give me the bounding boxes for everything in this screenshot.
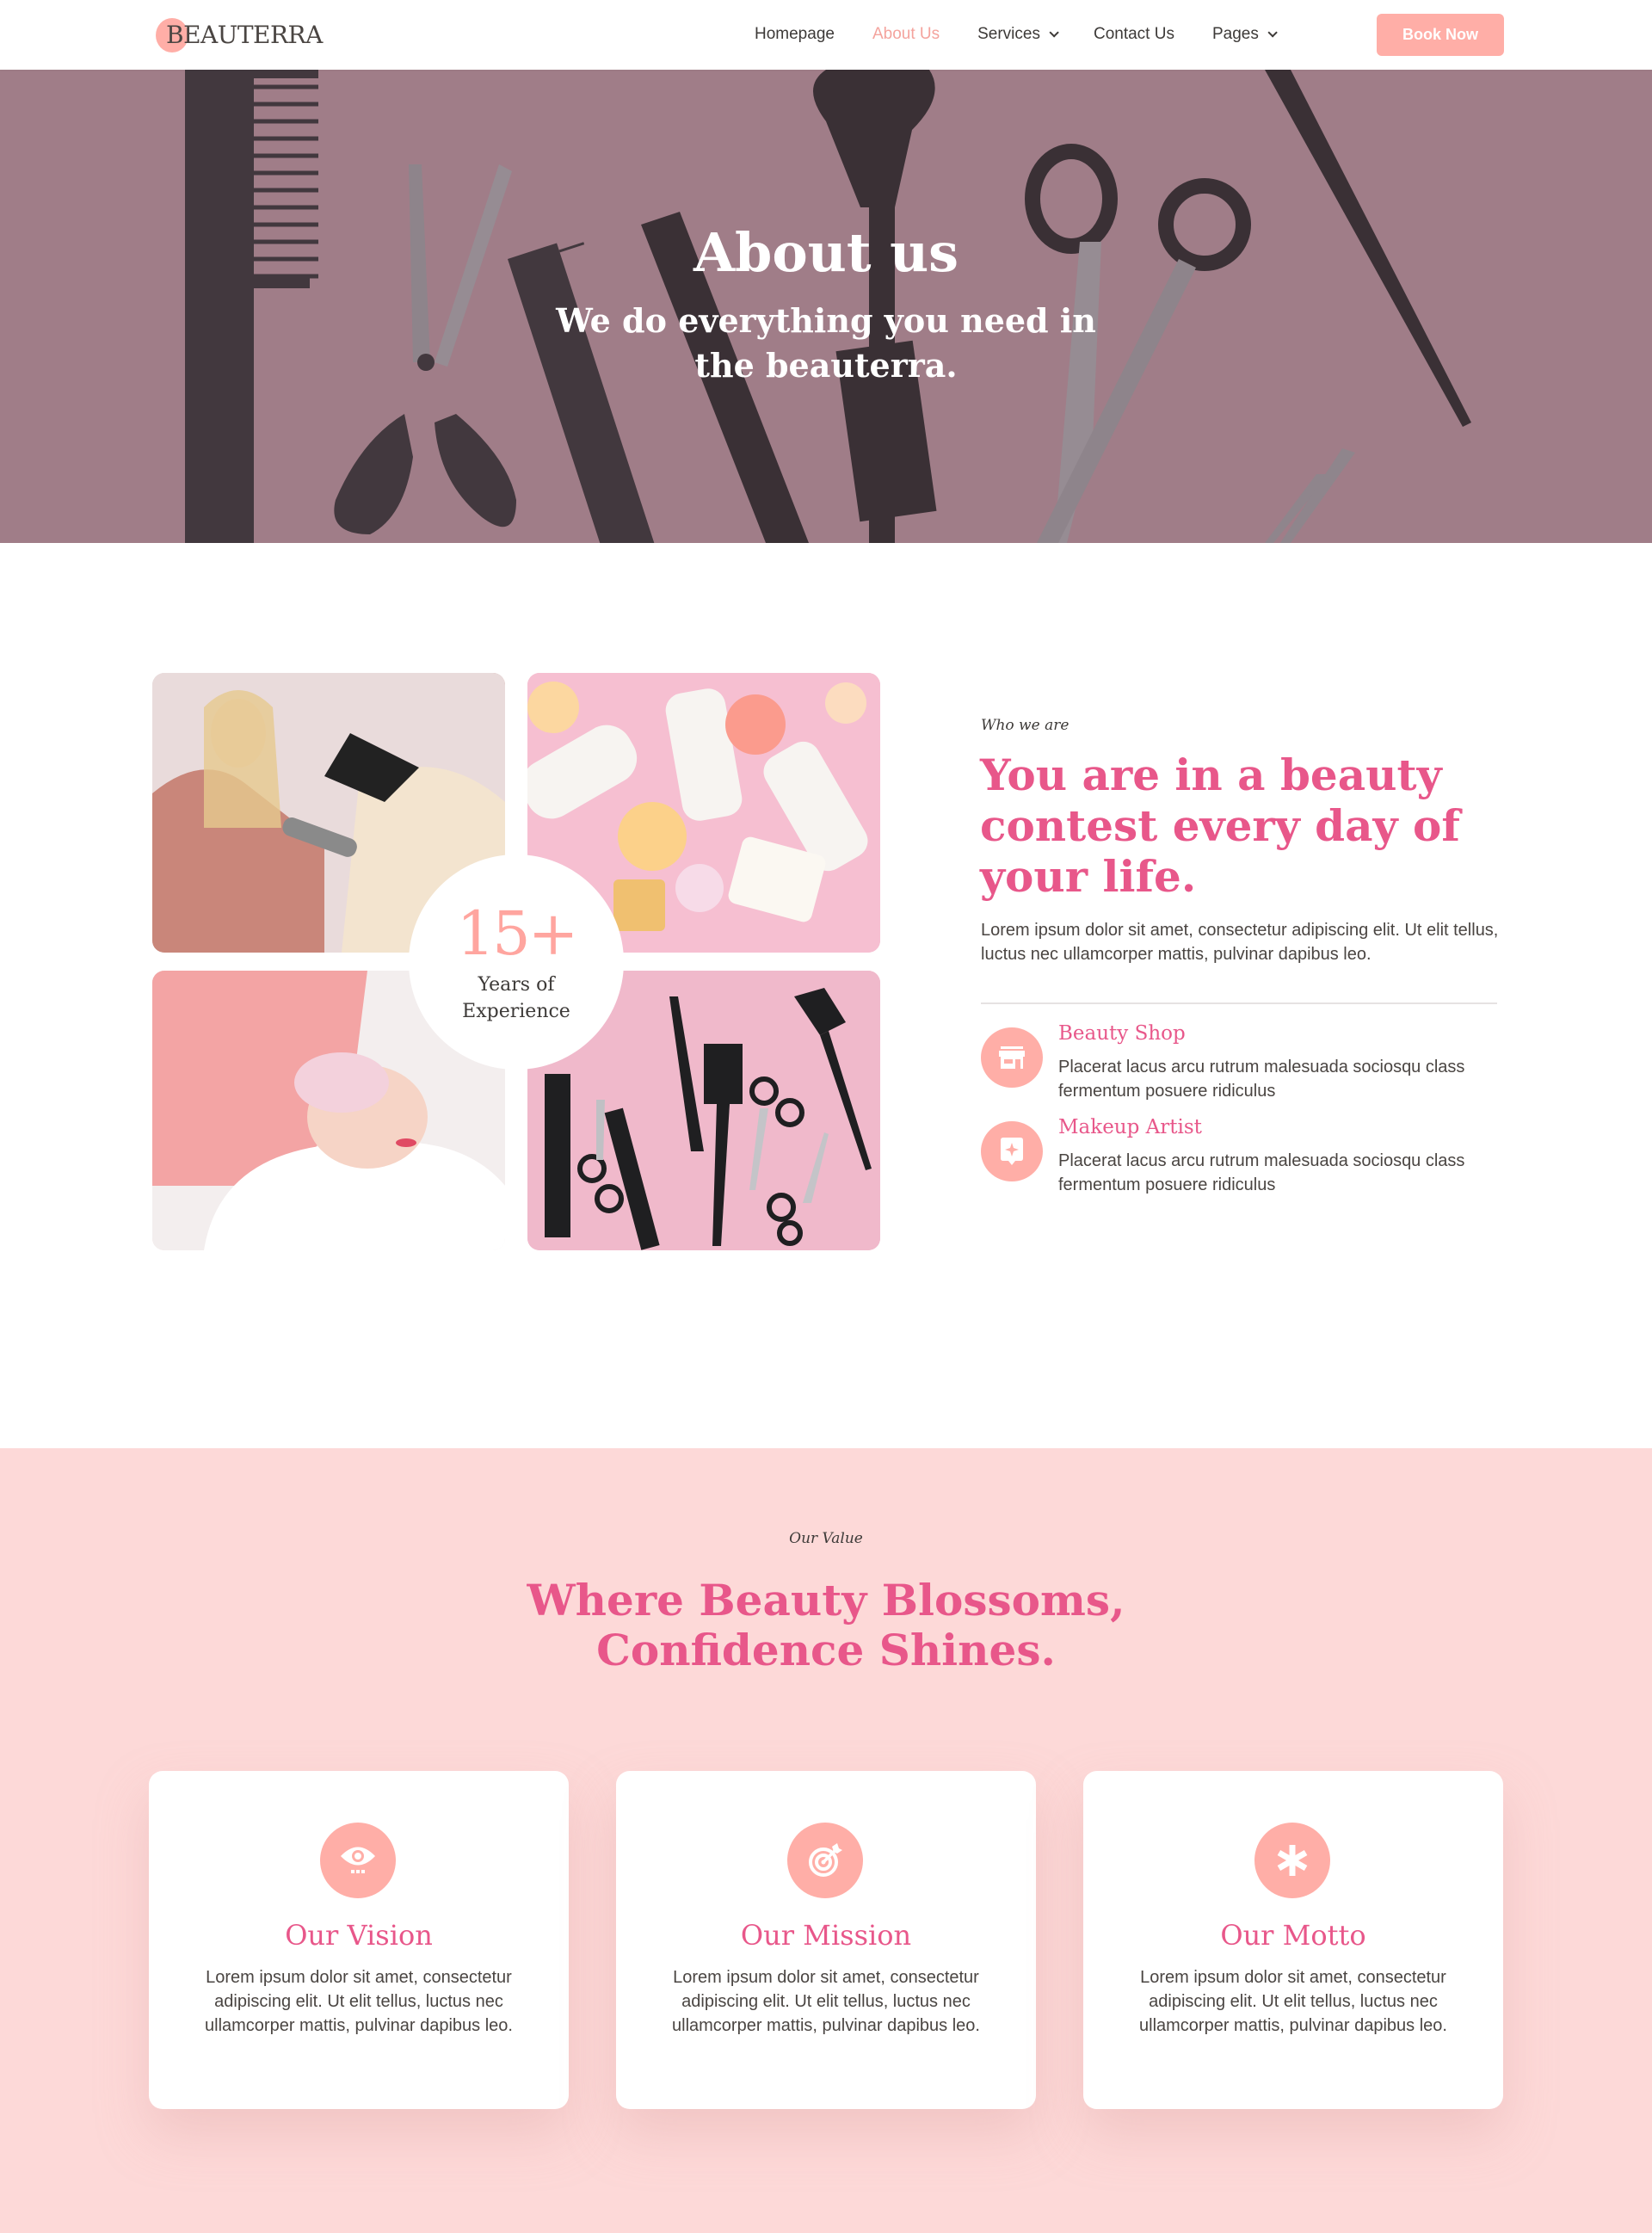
hero-title: About us: [693, 221, 959, 284]
nav-label: Services: [977, 25, 1040, 43]
nav-label: Contact Us: [1093, 25, 1174, 43]
values-section: Our Value Where Beauty Blossoms, Confide…: [0, 1448, 1652, 2233]
nav-homepage[interactable]: Homepage: [755, 25, 835, 44]
nav-label: Homepage: [755, 25, 835, 43]
experience-label: Years of Experience: [462, 974, 570, 1022]
book-now-button[interactable]: Book Now: [1377, 14, 1504, 56]
section-kicker: Our Value: [789, 1530, 863, 1547]
feature-title: Beauty Shop: [1058, 1022, 1186, 1045]
eye-icon: [320, 1823, 396, 1898]
hero-subtitle: We do everything you need in the beauter…: [556, 301, 1096, 385]
card-description: Lorem ipsum dolor sit amet, consectetur …: [205, 1968, 513, 2035]
about-heading: You are in a beauty contest every day of…: [980, 749, 1460, 902]
hero-banner: About us We do everything you need in th…: [0, 70, 1652, 543]
nav-contact-us[interactable]: Contact Us: [1094, 25, 1174, 44]
about-section: 15+ Years of Experience Who we are You a…: [0, 543, 1652, 1448]
target-icon: [787, 1823, 863, 1898]
nav-about-us[interactable]: About Us: [872, 25, 940, 44]
card-description: Lorem ipsum dolor sit amet, consectetur …: [1139, 1968, 1447, 2035]
feature-description: Placerat lacus arcu rutrum malesuada soc…: [1058, 1058, 1465, 1101]
experience-number: 15+: [456, 898, 579, 969]
logo-text: BEAUTERRA: [166, 20, 323, 49]
section-kicker: Who we are: [981, 717, 1069, 734]
card-title: Our Motto: [1220, 1919, 1366, 1952]
divider: [981, 1002, 1497, 1004]
sparkle-badge-icon: [981, 1121, 1043, 1181]
chevron-down-icon: [1267, 28, 1278, 38]
nav-label: About Us: [872, 25, 940, 43]
card-description: Lorem ipsum dolor sit amet, consectetur …: [672, 1968, 980, 2035]
feature-title: Makeup Artist: [1058, 1116, 1202, 1138]
nav-pages[interactable]: Pages: [1211, 25, 1278, 44]
value-card-vision: Our Vision Lorem ipsum dolor sit amet, c…: [149, 1771, 569, 2109]
logo[interactable]: BEAUTERRA: [155, 15, 323, 53]
main-nav: Homepage About Us Services Contact Us Pa…: [755, 0, 1312, 69]
site-header: BEAUTERRA Homepage About Us Services Con…: [0, 0, 1652, 70]
value-card-mission: Our Mission Lorem ipsum dolor sit amet, …: [616, 1771, 1036, 2109]
about-description: Lorem ipsum dolor sit amet, consectetur …: [981, 921, 1499, 964]
asterisk-icon: [1254, 1823, 1330, 1898]
store-icon: [981, 1027, 1043, 1088]
value-card-motto: Our Motto Lorem ipsum dolor sit amet, co…: [1083, 1771, 1503, 2109]
card-title: Our Mission: [740, 1919, 912, 1952]
nav-label: Pages: [1211, 25, 1259, 43]
chevron-down-icon: [1049, 28, 1059, 38]
experience-badge: 15+ Years of Experience: [409, 854, 624, 1070]
card-title: Our Vision: [285, 1919, 433, 1952]
feature-description: Placerat lacus arcu rutrum malesuada soc…: [1058, 1151, 1465, 1194]
nav-services[interactable]: Services: [977, 25, 1059, 44]
values-heading: Where Beauty Blossoms, Confidence Shines…: [527, 1575, 1125, 1675]
